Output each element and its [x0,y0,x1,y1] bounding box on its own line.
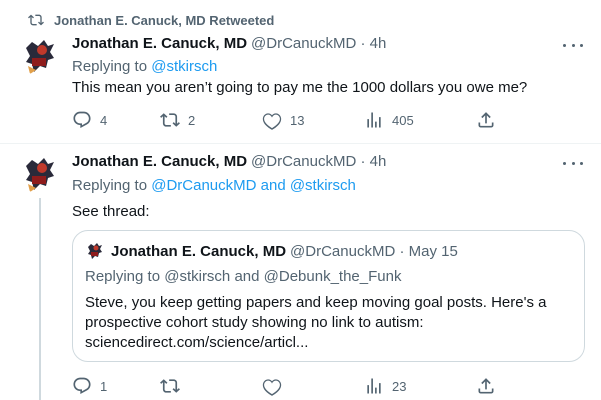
share-icon [478,378,494,394]
share-button[interactable] [476,108,496,132]
tweet-header: Jonathan E. Canuck, MD @DrCanuckMD · 4h [72,153,386,170]
retweet-button[interactable] [160,374,188,398]
like-count: 13 [290,112,305,128]
retweet-icon [28,14,44,26]
action-bar: 1 23 [62,374,502,398]
share-button[interactable] [476,374,496,398]
views-count: 405 [392,112,414,128]
handle-time[interactable]: @DrCanuckMD · 4h [251,35,386,52]
display-name[interactable]: Jonathan E. Canuck, MD [72,153,247,170]
handle-time[interactable]: @DrCanuckMD · 4h [251,153,386,170]
quote-display-name: Jonathan E. Canuck, MD [111,243,287,260]
quoted-tweet[interactable]: Jonathan E. Canuck, MD @DrCanuckMD · May… [72,230,585,362]
retweet-label: Jonathan E. Canuck, MD Retweeted [54,12,275,28]
share-icon [478,112,494,128]
quote-replying-to: Replying to @stkirsch and @Debunk_the_Fu… [85,268,402,285]
retweet-indicator: Jonathan E. Canuck, MD Retweeted [28,10,274,30]
avatar[interactable] [20,154,60,194]
tweet-header: Jonathan E. Canuck, MD @DrCanuckMD · 4h [72,35,386,52]
reply-button[interactable]: 1 [72,374,107,398]
tweet[interactable]: Jonathan E. Canuck, MD @DrCanuckMD · 4h … [0,148,601,400]
reply-icon [73,111,91,129]
reply-button[interactable]: 4 [72,108,107,132]
retweet-count: 2 [188,112,196,128]
analytics-icon [367,378,381,394]
replying-to-label: Replying to [72,177,152,194]
replying-to-handle[interactable]: @DrCanuckMD and @stkirsch [151,177,356,194]
retweet-button[interactable]: 2 [160,108,195,132]
views-count: 23 [392,378,407,394]
avatar[interactable] [20,36,60,76]
more-options-icon[interactable] [563,38,583,52]
views-button[interactable]: 405 [364,108,414,132]
replying-to: Replying to @DrCanuckMD and @stkirsch [72,177,356,194]
like-button[interactable] [262,374,290,398]
reply-count: 1 [100,378,108,394]
like-button[interactable]: 13 [262,108,304,132]
display-name[interactable]: Jonathan E. Canuck, MD [72,35,247,52]
replying-to-handle[interactable]: @stkirsch [151,58,217,75]
retweet-icon [160,113,180,127]
tweet-text: See thread: [72,203,150,220]
analytics-icon [367,112,381,128]
reply-count: 4 [100,112,108,128]
divider [0,143,601,144]
reply-icon [73,377,91,395]
quote-handle-time: @DrCanuckMD · May 15 [290,243,458,260]
tweet-text: This mean you aren’t going to pay me the… [72,79,528,96]
quote-text: Steve, you keep getting papers and keep … [85,294,547,351]
more-options-icon[interactable] [563,156,583,170]
views-button[interactable]: 23 [364,374,406,398]
retweet-icon [160,379,180,393]
replying-to-label: Replying to [72,58,152,75]
quote-avatar [85,241,105,261]
replying-to: Replying to @stkirsch [72,58,217,75]
thread-line [39,198,41,400]
quote-header: Jonathan E. Canuck, MD @DrCanuckMD · May… [111,243,458,260]
tweet[interactable]: Jonathan E. Canuck, MD @DrCanuckMD · 4h … [0,30,601,140]
action-bar: 4 2 13 405 [62,108,502,132]
heart-icon [262,113,282,130]
heart-icon [262,379,282,396]
